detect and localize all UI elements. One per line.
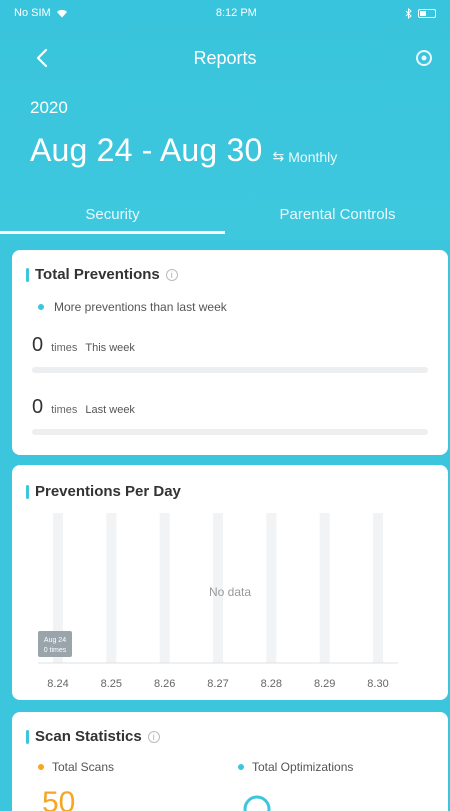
status-time: 8:12 PM xyxy=(215,7,257,19)
x-tick-label: 8.29 xyxy=(313,678,336,690)
wifi-icon xyxy=(56,9,67,17)
this-week-unit: times xyxy=(51,342,78,354)
scan-statistics-title: Scan Statistics xyxy=(35,728,142,745)
total-scans-value: 50 xyxy=(42,786,76,811)
this-week-value: 0 xyxy=(32,334,44,356)
total-preventions-title: Total Preventions xyxy=(35,266,160,283)
this-week-stat: 0 times This week xyxy=(32,334,135,357)
chart-tooltip: Aug 24 0 times xyxy=(38,631,72,657)
battery-icon xyxy=(418,8,436,18)
tab-parental-controls-label: Parental Controls xyxy=(279,205,396,223)
date-range-row: Aug 24 - Aug 30 ⇆ Monthly xyxy=(30,132,337,169)
preventions-per-day-card: Preventions Per Day Aug 24 0 times No da… xyxy=(12,465,448,700)
this-week-label: This week xyxy=(85,342,135,354)
comparison-hint-text: More preventions than last week xyxy=(54,300,227,314)
preventions-per-day-heading: Preventions Per Day xyxy=(26,483,181,500)
report-header: No SIM 8:12 PM Reports 2020 Aug 24 - Aug… xyxy=(0,0,450,240)
last-week-label: Last week xyxy=(85,404,135,416)
x-tick-label: 8.26 xyxy=(153,678,176,690)
report-year: 2020 xyxy=(30,98,68,117)
total-preventions-heading: Total Preventions i xyxy=(26,266,178,283)
legend-total-scans-label: Total Scans xyxy=(52,760,115,774)
x-tick-label: 8.25 xyxy=(100,678,123,690)
carrier-label: No SIM xyxy=(14,7,51,19)
total-preventions-card: Total Preventions i More preventions tha… xyxy=(12,250,448,455)
period-toggle[interactable]: ⇆ Monthly xyxy=(273,148,338,165)
date-range: Aug 24 - Aug 30 xyxy=(30,132,263,168)
blue-dot-icon xyxy=(238,764,244,770)
info-icon[interactable]: i xyxy=(165,268,178,281)
last-week-unit: times xyxy=(51,404,78,416)
page-title: Reports xyxy=(193,47,257,68)
swap-icon: ⇆ xyxy=(272,148,285,164)
bluetooth-icon xyxy=(405,7,412,19)
scan-statistics-card: Scan Statistics i Total Scans Total Opti… xyxy=(12,712,448,811)
x-tick-label: 8.27 xyxy=(207,678,229,690)
preventions-per-day-title: Preventions Per Day xyxy=(35,483,181,500)
title-accent-bar xyxy=(26,729,29,744)
last-week-bar xyxy=(32,429,428,435)
report-tabs: Security Parental Controls xyxy=(0,192,450,236)
chart-x-axis: 8.24 8.25 8.26 8.27 8.28 8.29 8.30 xyxy=(32,678,392,692)
title-accent-bar xyxy=(26,267,29,282)
tab-security-label: Security xyxy=(85,205,140,223)
chevron-left-icon xyxy=(36,48,48,68)
title-accent-bar xyxy=(26,484,29,499)
tooltip-value: 0 times xyxy=(44,647,67,654)
last-week-value: 0 xyxy=(32,396,44,418)
x-tick-label: 8.28 xyxy=(260,678,283,690)
x-tick-label: 8.24 xyxy=(47,678,69,690)
this-week-bar xyxy=(32,367,428,373)
scan-statistics-heading: Scan Statistics i xyxy=(26,728,160,745)
x-tick-label: 8.30 xyxy=(367,678,389,690)
status-bar: No SIM 8:12 PM xyxy=(0,0,450,26)
last-week-stat: 0 times Last week xyxy=(32,396,135,419)
tooltip-date: Aug 24 xyxy=(44,637,66,644)
legend-total-optimizations-label: Total Optimizations xyxy=(252,760,354,774)
tab-parental-controls[interactable]: Parental Controls xyxy=(225,192,450,236)
nav-bar: Reports xyxy=(0,38,450,78)
period-toggle-label: Monthly xyxy=(288,148,338,165)
tab-security[interactable]: Security xyxy=(0,192,225,236)
info-icon[interactable]: i xyxy=(147,730,160,743)
back-button[interactable] xyxy=(28,44,56,72)
legend-total-optimizations: Total Optimizations xyxy=(238,760,353,774)
optimizations-ring-icon xyxy=(243,795,271,811)
gear-icon xyxy=(416,50,432,66)
orange-dot-icon xyxy=(38,764,44,770)
settings-button[interactable] xyxy=(412,46,436,70)
comparison-hint: More preventions than last week xyxy=(38,300,227,314)
hint-dot-icon xyxy=(38,304,44,310)
no-data-label: No data xyxy=(208,585,252,599)
legend-total-scans: Total Scans xyxy=(38,760,114,774)
